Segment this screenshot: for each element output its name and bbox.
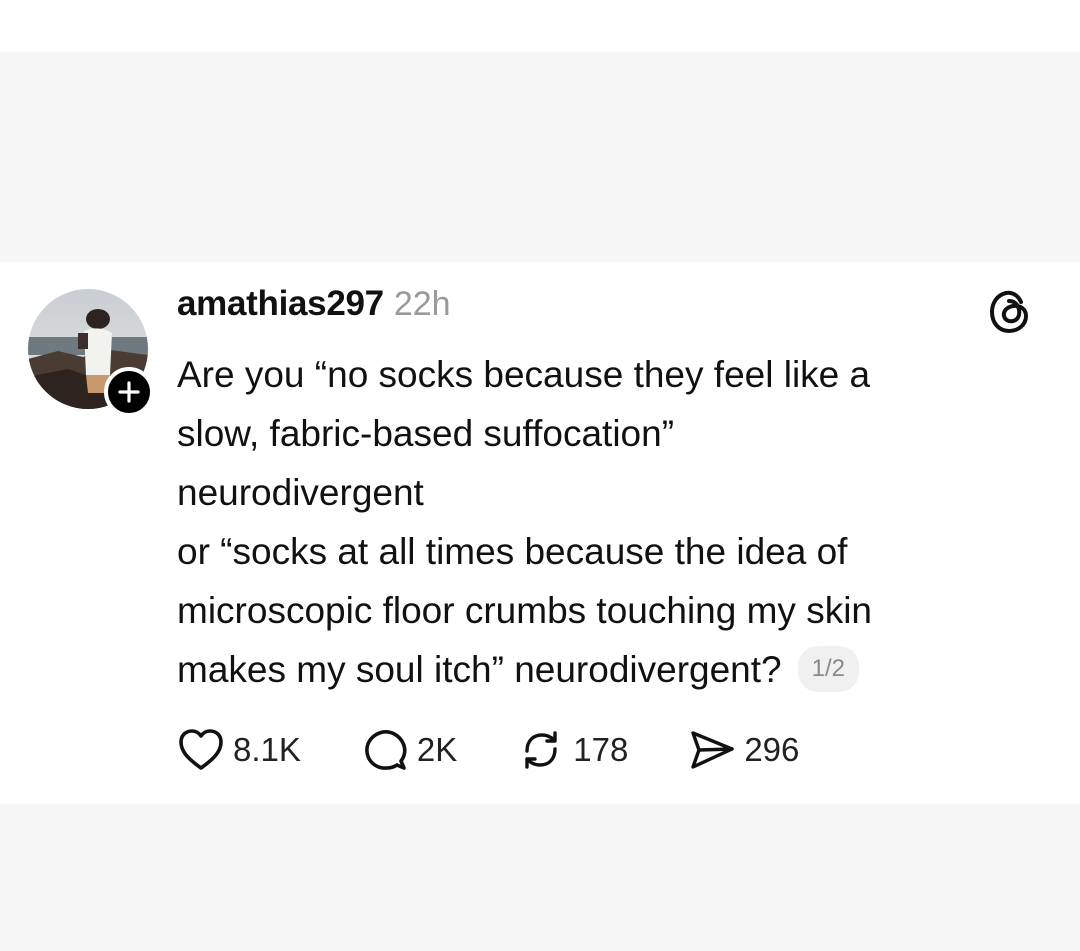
repost-count: 178 bbox=[573, 731, 629, 768]
timestamp: 22h bbox=[393, 285, 451, 323]
reply-button[interactable]: 2K bbox=[361, 727, 457, 773]
post-body-line: or “socks at all times because the idea … bbox=[177, 531, 848, 572]
post-body-line: makes my soul itch” neurodivergent? bbox=[177, 649, 782, 690]
top-band bbox=[0, 0, 1080, 52]
post-body: Are you “no socks because they feel like… bbox=[177, 345, 1037, 699]
follow-button[interactable] bbox=[104, 367, 154, 417]
threads-logo-icon bbox=[989, 290, 1029, 334]
action-bar: 8.1K 2K 178 296 bbox=[177, 722, 859, 778]
post-body-line: neurodivergent bbox=[177, 472, 424, 513]
post-header: amathias297 22h bbox=[177, 284, 451, 334]
post-body-last-line: makes my soul itch” neurodivergent? 1/2 bbox=[177, 640, 1037, 699]
share-count: 296 bbox=[744, 731, 800, 768]
username[interactable]: amathias297 bbox=[177, 284, 384, 324]
repost-icon bbox=[525, 731, 557, 769]
send-icon bbox=[691, 731, 735, 769]
like-count: 8.1K bbox=[233, 731, 301, 768]
page-indicator[interactable]: 1/2 bbox=[797, 646, 859, 693]
post-body-line: slow, fabric-based suffocation” bbox=[177, 413, 675, 454]
heart-icon bbox=[179, 729, 223, 770]
reply-count: 2K bbox=[416, 731, 458, 768]
repost-button[interactable]: 178 bbox=[517, 727, 628, 773]
comment-icon bbox=[365, 730, 407, 770]
post-body-line: microscopic floor crumbs touching my ski… bbox=[177, 590, 872, 631]
share-button[interactable]: 296 bbox=[688, 727, 799, 773]
post-body-line: Are you “no socks because they feel like… bbox=[177, 354, 871, 395]
plus-icon bbox=[118, 381, 140, 403]
like-button[interactable]: 8.1K bbox=[177, 727, 301, 773]
